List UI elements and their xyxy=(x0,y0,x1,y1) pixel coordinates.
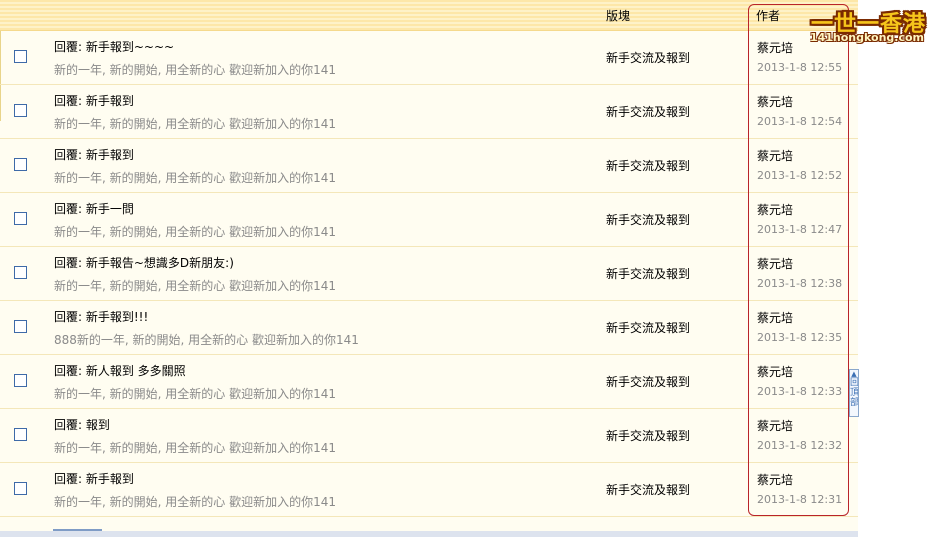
table-row[interactable]: 回覆: 新手報到 新的一年, 新的開始, 用全新的心 歡迎新加入的你141 新手… xyxy=(0,463,858,517)
author-link[interactable]: 蔡元培 xyxy=(757,147,793,164)
row-checkbox[interactable] xyxy=(14,266,27,279)
row-checkbox[interactable] xyxy=(14,428,27,441)
post-time: 2013-1-8 12:54 xyxy=(757,115,843,128)
author-link[interactable]: 蔡元培 xyxy=(757,39,793,56)
thread-title-link[interactable]: 回覆: 新手報到!!! xyxy=(54,308,148,325)
back-to-top-button[interactable]: ▲ 回頂部 xyxy=(849,369,859,417)
post-time: 2013-1-8 12:55 xyxy=(757,61,843,74)
board-link[interactable]: 新手交流及報到 xyxy=(606,265,690,282)
post-time: 2013-1-8 12:47 xyxy=(757,223,843,236)
row-checkbox[interactable] xyxy=(14,212,27,225)
reply-summary: 新的一年, 新的開始, 用全新的心 歡迎新加入的你141 xyxy=(54,441,336,455)
site-watermark-logo: 一世一香港 141hongkong.com xyxy=(806,4,930,46)
reply-list-panel: 版塊 作者 回覆: 新手報到~~~~ 新的一年, 新的開始, 用全新的心 歡迎新… xyxy=(0,0,858,537)
table-row[interactable]: 回覆: 新手報告~想識多D新朋友:) 新的一年, 新的開始, 用全新的心 歡迎新… xyxy=(0,247,858,301)
reply-summary: 新的一年, 新的開始, 用全新的心 歡迎新加入的你141 xyxy=(54,495,336,509)
row-checkbox[interactable] xyxy=(14,482,27,495)
thread-title-link[interactable]: 回覆: 報到 xyxy=(54,416,110,433)
board-link[interactable]: 新手交流及報到 xyxy=(606,211,690,228)
table-row[interactable]: 回覆: 新手報到 新的一年, 新的開始, 用全新的心 歡迎新加入的你141 新手… xyxy=(0,139,858,193)
reply-summary: 新的一年, 新的開始, 用全新的心 歡迎新加入的你141 xyxy=(54,225,336,239)
post-time: 2013-1-8 12:35 xyxy=(757,331,843,344)
post-time: 2013-1-8 12:32 xyxy=(757,439,843,452)
table-row[interactable]: 回覆: 新手報到~~~~ 新的一年, 新的開始, 用全新的心 歡迎新加入的你14… xyxy=(0,31,858,85)
board-link[interactable]: 新手交流及報到 xyxy=(606,157,690,174)
row-checkbox[interactable] xyxy=(14,50,27,63)
thread-title-link[interactable]: 回覆: 新手報到 xyxy=(54,146,134,163)
board-link[interactable]: 新手交流及報到 xyxy=(606,49,690,66)
author-link[interactable]: 蔡元培 xyxy=(757,471,793,488)
row-checkbox[interactable] xyxy=(14,374,27,387)
reply-summary: 新的一年, 新的開始, 用全新的心 歡迎新加入的你141 xyxy=(54,171,336,185)
reply-summary: 新的一年, 新的開始, 用全新的心 歡迎新加入的你141 xyxy=(54,387,336,401)
logo-domain-text: 141hongkong.com xyxy=(809,31,924,44)
row-checkbox[interactable] xyxy=(14,320,27,333)
bottom-tab-marker xyxy=(53,529,102,532)
row-checkbox[interactable] xyxy=(14,104,27,117)
back-to-top-label: 回頂部 xyxy=(850,378,859,408)
list-header: 版塊 作者 xyxy=(0,0,858,31)
reply-summary: 888新的一年, 新的開始, 用全新的心 歡迎新加入的你141 xyxy=(54,333,359,347)
board-link[interactable]: 新手交流及報到 xyxy=(606,103,690,120)
row-checkbox[interactable] xyxy=(14,158,27,171)
thread-title-link[interactable]: 回覆: 新手報到 xyxy=(54,92,134,109)
post-time: 2013-1-8 12:38 xyxy=(757,277,843,290)
thread-title-link[interactable]: 回覆: 新手報到 xyxy=(54,470,134,487)
author-link[interactable]: 蔡元培 xyxy=(757,309,793,326)
author-column-header: 作者 xyxy=(756,9,781,23)
reply-summary: 新的一年, 新的開始, 用全新的心 歡迎新加入的你141 xyxy=(54,279,336,293)
thread-title-link[interactable]: 回覆: 新手報告~想識多D新朋友:) xyxy=(54,254,234,271)
board-link[interactable]: 新手交流及報到 xyxy=(606,427,690,444)
up-arrow-icon: ▲ xyxy=(851,370,857,378)
author-link[interactable]: 蔡元培 xyxy=(757,93,793,110)
table-row[interactable]: 回覆: 新手一問 新的一年, 新的開始, 用全新的心 歡迎新加入的你141 新手… xyxy=(0,193,858,247)
board-link[interactable]: 新手交流及報到 xyxy=(606,481,690,498)
thread-title-link[interactable]: 回覆: 新手一問 xyxy=(54,200,134,217)
author-link[interactable]: 蔡元培 xyxy=(757,255,793,272)
post-time: 2013-1-8 12:31 xyxy=(757,493,843,506)
author-link[interactable]: 蔡元培 xyxy=(757,201,793,218)
table-row[interactable]: 回覆: 報到 新的一年, 新的開始, 用全新的心 歡迎新加入的你141 新手交流… xyxy=(0,409,858,463)
bottom-scroll-strip xyxy=(0,531,858,537)
thread-title-link[interactable]: 回覆: 新手報到~~~~ xyxy=(54,38,174,55)
board-link[interactable]: 新手交流及報到 xyxy=(606,319,690,336)
thread-title-link[interactable]: 回覆: 新人報到 多多關照 xyxy=(54,362,186,379)
board-column-header: 版塊 xyxy=(606,9,631,23)
post-time: 2013-1-8 12:33 xyxy=(757,385,843,398)
author-link[interactable]: 蔡元培 xyxy=(757,417,793,434)
author-link[interactable]: 蔡元培 xyxy=(757,363,793,380)
board-link[interactable]: 新手交流及報到 xyxy=(606,373,690,390)
post-time: 2013-1-8 12:52 xyxy=(757,169,843,182)
table-row[interactable]: 回覆: 新手報到 新的一年, 新的開始, 用全新的心 歡迎新加入的你141 新手… xyxy=(0,85,858,139)
reply-summary: 新的一年, 新的開始, 用全新的心 歡迎新加入的你141 xyxy=(54,63,336,77)
table-row[interactable]: 回覆: 新手報到!!! 888新的一年, 新的開始, 用全新的心 歡迎新加入的你… xyxy=(0,301,858,355)
table-row[interactable]: 回覆: 新人報到 多多關照 新的一年, 新的開始, 用全新的心 歡迎新加入的你1… xyxy=(0,355,858,409)
reply-summary: 新的一年, 新的開始, 用全新的心 歡迎新加入的你141 xyxy=(54,117,336,131)
